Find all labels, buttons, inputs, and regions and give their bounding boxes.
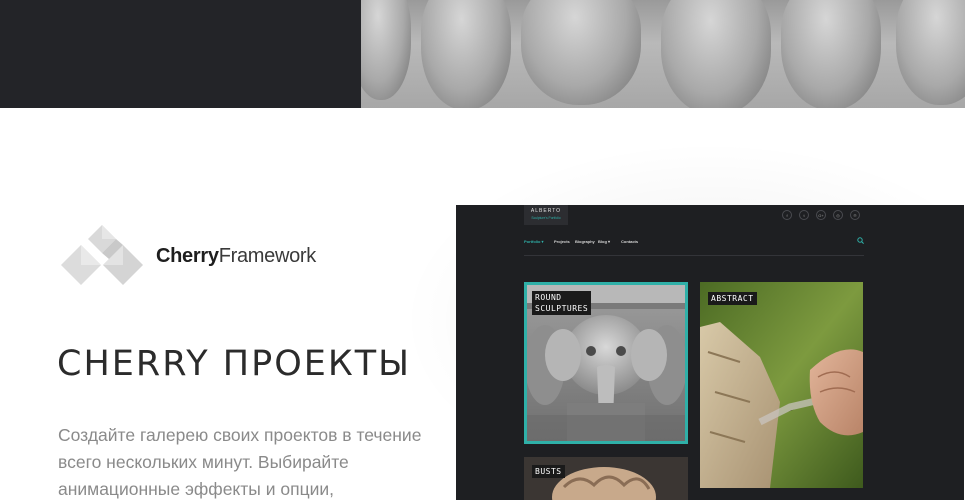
logo-wordmark: CherryFramework — [156, 245, 316, 268]
card-label-line: SCULPTURES — [535, 304, 589, 313]
portfolio-card-abstract[interactable]: ABSTRACT — [700, 282, 863, 488]
twitter-icon[interactable]: t — [799, 210, 809, 220]
nav-divider — [524, 255, 864, 256]
sculpture-detail — [421, 0, 511, 108]
section-heading: CHERRY ПРОЕКТЫ — [57, 344, 411, 384]
sculpture-detail — [896, 0, 965, 105]
cherry-framework-logo-icon — [61, 225, 143, 285]
nav-contacts[interactable]: Contacts — [621, 239, 638, 244]
instagram-icon[interactable]: ◎ — [833, 210, 843, 220]
sculpture-detail — [661, 0, 771, 108]
mockup-logo[interactable]: ALBERTO Sculpture's Portfolio — [524, 205, 568, 225]
pinterest-icon[interactable]: ℗ — [850, 210, 860, 220]
card-label-abstract: ABSTRACT — [708, 292, 757, 305]
card-label-line: ROUND — [535, 293, 562, 302]
card-label-round-sculptures: ROUND SCULPTURES — [532, 291, 592, 315]
card-label-busts: BUSTS — [532, 465, 565, 478]
portfolio-card-busts[interactable]: BUSTS — [524, 457, 688, 500]
logo-regular: Framework — [218, 245, 317, 267]
nav-projects[interactable]: Projects — [554, 239, 570, 244]
nav-biography[interactable]: Biography — [575, 239, 595, 244]
dark-panel — [0, 0, 361, 108]
nav-portfolio[interactable]: Portfolio ▾ — [524, 239, 544, 244]
sculpture-detail — [361, 0, 411, 100]
section-description: Создайте галерею своих проектов в течени… — [58, 425, 422, 499]
mockup-site-title: ALBERTO — [530, 208, 562, 214]
stone-carving-image — [700, 282, 863, 488]
portfolio-card-round-sculptures[interactable]: ROUND SCULPTURES — [524, 282, 688, 444]
search-icon[interactable] — [857, 237, 864, 244]
logo-bold: Cherry — [156, 245, 219, 267]
nav-blog[interactable]: Blog ▾ — [598, 239, 610, 244]
facebook-icon[interactable]: f — [782, 210, 792, 220]
sculpture-detail — [521, 0, 641, 105]
sculpture-detail — [781, 0, 881, 108]
top-banner — [0, 0, 965, 108]
website-mockup: ALBERTO Sculpture's Portfolio f t G+ ◎ ℗… — [456, 205, 964, 500]
google-plus-icon[interactable]: G+ — [816, 210, 826, 220]
mockup-site-tagline: Sculpture's Portfolio — [531, 216, 561, 220]
bust-sculpture-image — [524, 457, 688, 500]
sculpture-photo — [361, 0, 965, 108]
